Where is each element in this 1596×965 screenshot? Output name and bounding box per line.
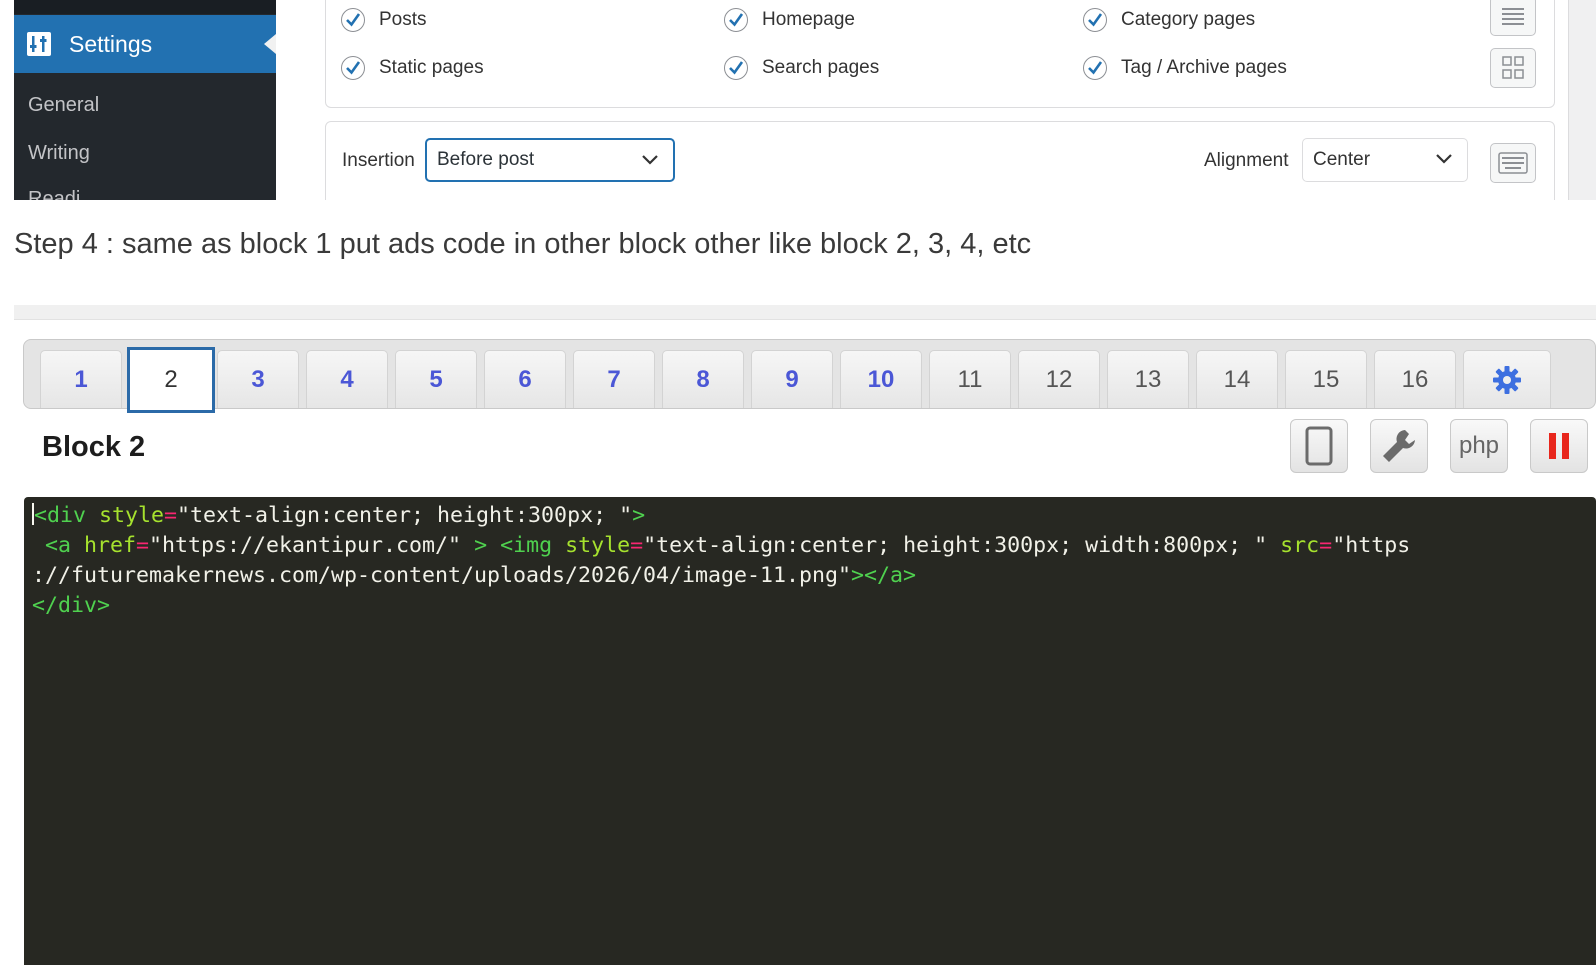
gear-icon xyxy=(1493,365,1521,394)
block-title: Block 2 xyxy=(42,431,146,463)
tab-block-16[interactable]: 16 xyxy=(1374,350,1456,408)
tab-block-11[interactable]: 11 xyxy=(929,350,1011,408)
sidebar-item-previous[interactable] xyxy=(14,0,276,14)
insertion-select[interactable]: Before post xyxy=(425,138,675,182)
checkbox-tag-archive-pages[interactable]: Tag / Archive pages xyxy=(1083,56,1287,80)
insertion-label: Insertion xyxy=(342,150,415,171)
chevron-down-icon xyxy=(642,155,658,165)
tab-block-12[interactable]: 12 xyxy=(1018,350,1100,408)
tablet-icon xyxy=(1305,426,1333,466)
admin-sidebar: Settings General Writing Readi xyxy=(14,0,276,200)
checkbox-label: Homepage xyxy=(762,9,855,30)
insertion-value: Before post xyxy=(437,149,535,170)
checkbox-homepage[interactable]: Homepage xyxy=(724,8,855,32)
step-instruction: Step 4 : same as block 1 put ads code in… xyxy=(14,228,1032,260)
chevron-down-icon xyxy=(1436,154,1452,164)
checkbox-search-pages[interactable]: Search pages xyxy=(724,56,879,80)
checkbox-icon[interactable] xyxy=(341,8,365,32)
device-button[interactable] xyxy=(1290,419,1348,473)
wrench-icon xyxy=(1383,430,1415,462)
page-types-box xyxy=(325,0,1555,108)
tab-block-13[interactable]: 13 xyxy=(1107,350,1189,408)
checkbox-label: Category pages xyxy=(1121,9,1256,30)
code-line-2: <a href="https://ekantipur.com/" > <img … xyxy=(32,533,1411,558)
checkbox-static-pages[interactable]: Static pages xyxy=(341,56,484,80)
tab-block-1[interactable]: 1 xyxy=(40,350,122,408)
tab-block-8[interactable]: 8 xyxy=(662,350,744,408)
pause-button[interactable] xyxy=(1530,419,1588,473)
checkbox-icon[interactable] xyxy=(724,56,748,80)
tab-block-6[interactable]: 6 xyxy=(484,350,566,408)
grid-icon xyxy=(1502,56,1524,79)
alignment-select[interactable]: Center xyxy=(1302,138,1468,182)
tab-block-5[interactable]: 5 xyxy=(395,350,477,408)
list-icon xyxy=(1502,8,1524,25)
tools-button[interactable] xyxy=(1370,419,1428,473)
checkbox-label: Static pages xyxy=(379,57,484,78)
sidebar-subitem-general[interactable]: General xyxy=(28,94,99,117)
tab-block-9[interactable]: 9 xyxy=(751,350,833,408)
block-tab-bar: 1 2 3 4 5 6 7 8 9 10 11 12 13 14 15 16 xyxy=(23,339,1596,413)
grid-view-button[interactable] xyxy=(1490,48,1536,88)
active-indicator xyxy=(264,34,276,54)
tab-settings[interactable] xyxy=(1463,350,1551,408)
code-line-1: <div style="text-align:center; height:30… xyxy=(32,503,646,528)
tab-block-2[interactable]: 2 xyxy=(127,347,215,413)
code-line-3: ://futuremakernews.com/wp-content/upload… xyxy=(32,563,917,588)
page-top-border xyxy=(14,305,1596,320)
tab-block-4[interactable]: 4 xyxy=(306,350,388,408)
pause-icon xyxy=(1549,433,1569,459)
code-line-4: </div> xyxy=(32,593,111,618)
checkbox-posts[interactable]: Posts xyxy=(341,8,427,32)
settings-screenshot: Settings General Writing Readi Posts Hom… xyxy=(0,0,1596,200)
checkbox-icon[interactable] xyxy=(1083,8,1107,32)
php-button[interactable]: php xyxy=(1450,419,1508,473)
keyboard-icon xyxy=(1498,152,1528,174)
tab-block-10[interactable]: 10 xyxy=(840,350,922,408)
checkbox-label: Posts xyxy=(379,9,427,30)
tab-block-15[interactable]: 15 xyxy=(1285,350,1367,408)
checkbox-icon[interactable] xyxy=(341,56,365,80)
checkbox-category-pages[interactable]: Category pages xyxy=(1083,8,1255,32)
checkbox-icon[interactable] xyxy=(1083,56,1107,80)
alignment-label: Alignment xyxy=(1204,150,1289,171)
sidebar-subitem-writing[interactable]: Writing xyxy=(28,142,90,165)
list-view-button[interactable] xyxy=(1490,0,1536,36)
tab-block-3[interactable]: 3 xyxy=(217,350,299,408)
block-editor-screenshot: 1 2 3 4 5 6 7 8 9 10 11 12 13 14 15 16 B… xyxy=(0,305,1596,965)
tab-block-14[interactable]: 14 xyxy=(1196,350,1278,408)
sidebar-subitem-reading[interactable]: Readi xyxy=(28,188,80,200)
sidebar-item-settings[interactable]: Settings xyxy=(14,15,276,73)
scrollbar[interactable] xyxy=(1568,0,1596,200)
checkbox-icon[interactable] xyxy=(724,8,748,32)
checkbox-label: Search pages xyxy=(762,57,880,78)
alignment-value: Center xyxy=(1313,149,1371,170)
keyboard-button[interactable] xyxy=(1490,143,1536,183)
tab-block-7[interactable]: 7 xyxy=(573,350,655,408)
checkbox-label: Tag / Archive pages xyxy=(1121,57,1287,78)
code-editor[interactable]: <div style="text-align:center; height:30… xyxy=(24,497,1596,965)
sidebar-item-label: Settings xyxy=(69,31,153,57)
settings-icon xyxy=(27,32,51,56)
